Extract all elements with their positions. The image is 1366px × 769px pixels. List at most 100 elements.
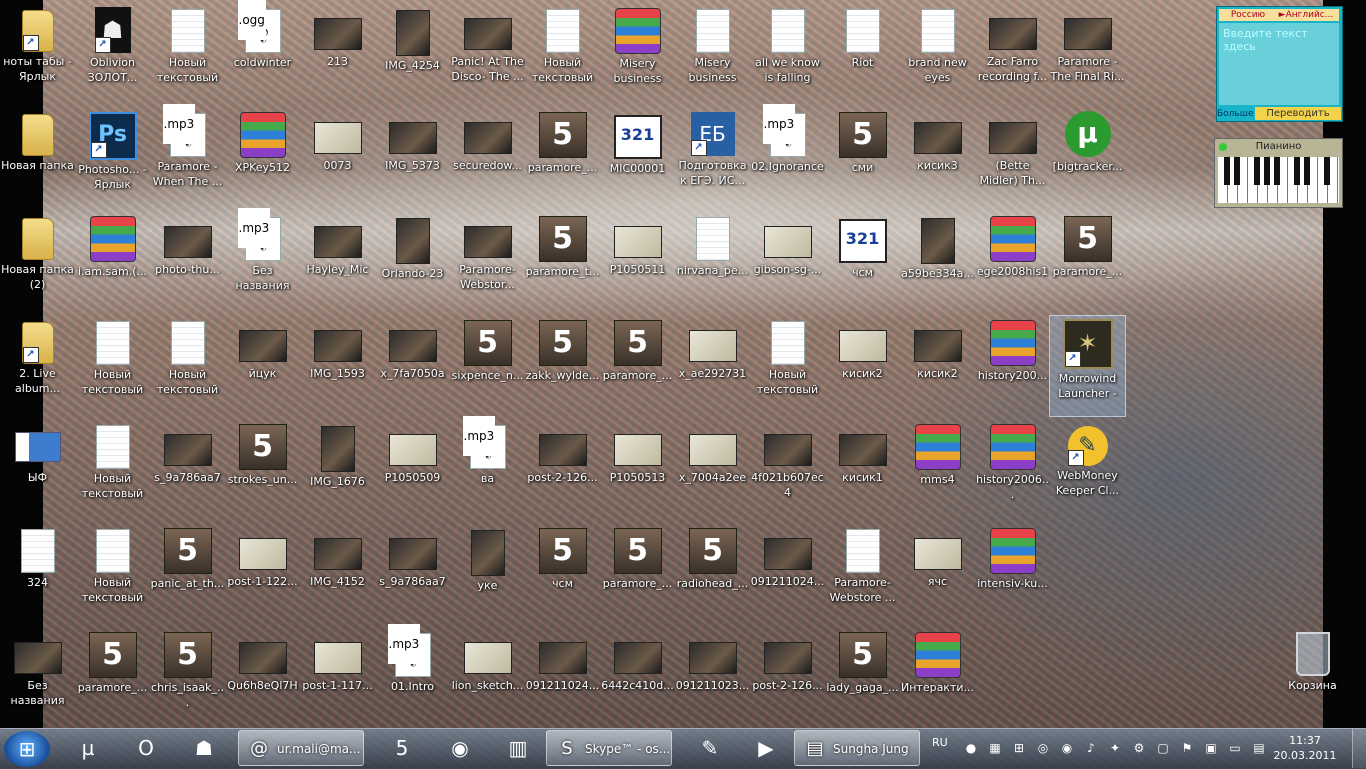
desktop-icon[interactable]: 5 сми xyxy=(825,108,900,208)
translate-button[interactable]: Переводить xyxy=(1255,107,1341,120)
google-earth-button[interactable]: ◉ xyxy=(436,730,484,766)
desktop-icon[interactable]: P1050509 xyxy=(375,420,450,520)
desktop-icon[interactable]: post-2-126... xyxy=(525,420,600,520)
desktop-icon[interactable]: P1050513 xyxy=(600,420,675,520)
desktop-icon[interactable]: 0073 xyxy=(300,108,375,208)
desktop-icon[interactable]: IMG_4152 xyxy=(300,524,375,624)
desktop-icon[interactable]: 321 чсм xyxy=(825,212,900,312)
desktop-icon[interactable]: уке xyxy=(450,524,525,624)
media-player-button[interactable]: ▶ xyxy=(742,730,790,766)
tray-icon-settings[interactable]: ⚙ xyxy=(1132,741,1146,755)
piano-black-key[interactable] xyxy=(1224,157,1230,185)
desktop-icon[interactable]: кисик3 xyxy=(900,108,975,208)
desktop-icon[interactable]: ячс xyxy=(900,524,975,624)
desktop-icon[interactable]: a59be334a... xyxy=(900,212,975,312)
desktop-icon[interactable]: 𝄞.mp3 ва xyxy=(450,416,525,520)
desktop-icon[interactable]: йцук xyxy=(225,316,300,416)
source-language-select[interactable]: Россию xyxy=(1219,9,1277,21)
desktop-icon[interactable]: post-1-122... xyxy=(225,524,300,624)
desktop-icon[interactable]: x_7fa7050a xyxy=(375,316,450,416)
desktop-icon[interactable]: Новая папка (2) xyxy=(0,212,75,312)
oblivion-pinned-button[interactable]: ☗ xyxy=(180,730,228,766)
desktop-icon[interactable]: IMG_5373 xyxy=(375,108,450,208)
tray-icon-windows[interactable]: ⊞ xyxy=(1012,741,1026,755)
desktop-icon[interactable]: µ [bigtracker... xyxy=(1050,108,1125,208)
desktop-icon[interactable]: 091211024... xyxy=(525,628,600,728)
piano-black-key[interactable] xyxy=(1274,157,1280,185)
opera-pinned-button[interactable]: O xyxy=(122,730,170,766)
desktop-icon[interactable]: Ps ↗ Photosho... - Ярлык xyxy=(75,108,150,208)
desktop-icon[interactable]: 5 zakk_wylde... xyxy=(525,316,600,416)
piano-black-key[interactable] xyxy=(1254,157,1260,185)
desktop-icon[interactable]: Riot xyxy=(825,4,900,104)
desktop-icon[interactable]: lion_sketch... xyxy=(450,628,525,728)
desktop-icon[interactable]: all we know is falling xyxy=(750,4,825,104)
desktop-icon[interactable]: x_ae292731 xyxy=(675,316,750,416)
desktop-icon[interactable]: Интеракти... xyxy=(900,628,975,728)
desktop-icon[interactable]: 5 paramore_... xyxy=(75,628,150,728)
desktop-icon[interactable]: Новый текстовый ... xyxy=(75,316,150,416)
target-language-select[interactable]: ►Английс... xyxy=(1277,9,1335,21)
desktop-icon[interactable]: IMG_4254 xyxy=(375,4,450,104)
desktop-icon[interactable]: ☗ ↗ Oblivion ЗОЛОТ... xyxy=(75,4,150,104)
piano-black-key[interactable] xyxy=(1294,157,1300,185)
desktop-icon[interactable]: кисик2 xyxy=(900,316,975,416)
piano-keys[interactable] xyxy=(1218,157,1339,203)
desktop-icon[interactable]: Новая папка xyxy=(0,108,75,208)
desktop-icon[interactable]: photo-thu... xyxy=(150,212,225,312)
desktop-icon[interactable]: IMG_1676 xyxy=(300,420,375,520)
desktop-icon[interactable]: Misery business xyxy=(600,4,675,104)
video-app-button[interactable]: 5 xyxy=(378,730,426,766)
folder-window-button[interactable]: ▤ Sungha Jung xyxy=(794,730,920,766)
desktop-icon[interactable]: securedow... xyxy=(450,108,525,208)
desktop-icon[interactable]: ↗ 2. Live album... xyxy=(0,316,75,416)
tray-icon-window[interactable]: ▢ xyxy=(1156,741,1170,755)
desktop-icon[interactable]: Новый текстовый ... xyxy=(150,316,225,416)
desktop-icon[interactable]: Misery business xyxy=(675,4,750,104)
desktop-icon[interactable]: 𝄞.mp3 Paramore - When The ... xyxy=(150,104,225,208)
desktop-icon[interactable]: 𝄞.mp3 Без названия xyxy=(225,208,300,312)
desktop-icon[interactable]: кисик1 xyxy=(825,420,900,520)
desktop-icon[interactable]: IMG_1593 xyxy=(300,316,375,416)
desktop-icon[interactable]: ЕБ ↗ Подготовка к ЕГЭ. ИС... xyxy=(675,108,750,208)
desktop-icon[interactable]: Paramore - The Final Ri... xyxy=(1050,4,1125,104)
desktop-icon[interactable]: Panic! At The Disco- The ... xyxy=(450,4,525,104)
network-icon[interactable]: ✦ xyxy=(1108,741,1122,755)
desktop-icon[interactable]: 5 sixpence_n... xyxy=(450,316,525,416)
show-desktop-button[interactable] xyxy=(1352,729,1366,768)
desktop-icon[interactable]: i.am.sam.(... xyxy=(75,212,150,312)
desktop-icon[interactable]: 091211024... xyxy=(750,524,825,624)
tray-icon-chat[interactable]: ● xyxy=(964,741,978,755)
desktop-icon[interactable]: gibson-sg-... xyxy=(750,212,825,312)
desktop-icon[interactable]: 5 чсм xyxy=(525,524,600,624)
desktop-icon[interactable]: nirvana_pe... xyxy=(675,212,750,312)
desktop-icon[interactable]: 321 MIC00001 xyxy=(600,108,675,208)
desktop-icon[interactable]: Новый текстовый ... xyxy=(750,316,825,416)
tray-icon-target[interactable]: ◎ xyxy=(1036,741,1050,755)
recycle-bin[interactable]: Корзина xyxy=(1275,624,1350,724)
desktop-icon[interactable]: XPKey512 xyxy=(225,108,300,208)
skype-window-button[interactable]: S Skype™ - os... xyxy=(546,730,672,766)
desktop-icon[interactable]: 5 radiohead_... xyxy=(675,524,750,624)
desktop-icon[interactable]: Paramore-Webstore ... xyxy=(825,524,900,624)
desktop-icon[interactable]: 6442c410d... xyxy=(600,628,675,728)
desktop-icon[interactable]: ЫФ xyxy=(0,420,75,520)
desktop-icon[interactable]: 324 xyxy=(0,524,75,624)
desktop-icon[interactable]: Без названия xyxy=(0,628,75,728)
desktop-icon[interactable]: Новый текстовый ... xyxy=(75,420,150,520)
translator-text-input[interactable]: Введите текст здесь xyxy=(1219,23,1339,105)
desktop-icon[interactable]: Paramore-Webstor... xyxy=(450,212,525,312)
language-indicator[interactable]: RU xyxy=(932,736,948,749)
desktop-icon[interactable]: Zac Farro recording f... xyxy=(975,4,1050,104)
notes-app-button[interactable]: ✎ xyxy=(686,730,734,766)
desktop-icon[interactable]: history200... xyxy=(975,316,1050,416)
desktop-icon[interactable]: кисик2 xyxy=(825,316,900,416)
desktop-icon[interactable]: ✶↗ Morrowind Launcher - Ярлык xyxy=(1049,315,1126,417)
mail-agent-window-button[interactable]: @ ur.mali@ma... xyxy=(238,730,364,766)
desktop-icon[interactable]: 5 paramore_... xyxy=(600,524,675,624)
desktop-icon[interactable]: (Bette Midler) Th... xyxy=(975,108,1050,208)
desktop-icon[interactable]: 5 paramore_... xyxy=(1050,212,1125,312)
desktop-icon[interactable]: Hayley_Mic xyxy=(300,212,375,312)
desktop-icon[interactable]: ✎ ↗ WebMoney Keeper Cl... xyxy=(1050,420,1125,520)
desktop-icon[interactable]: x_7004a2ee xyxy=(675,420,750,520)
